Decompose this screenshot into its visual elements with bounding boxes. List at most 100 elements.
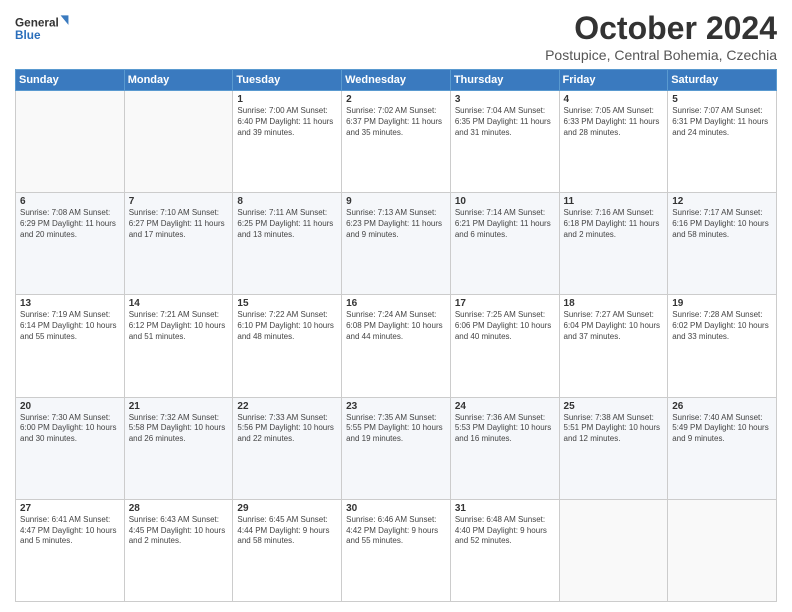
calendar-cell: 16Sunrise: 7:24 AM Sunset: 6:08 PM Dayli… <box>342 295 451 397</box>
calendar-cell: 4Sunrise: 7:05 AM Sunset: 6:33 PM Daylig… <box>559 91 668 193</box>
header: GeneralBlue October 2024 Postupice, Cent… <box>15 10 777 63</box>
day-number: 9 <box>346 196 446 207</box>
calendar-cell: 3Sunrise: 7:04 AM Sunset: 6:35 PM Daylig… <box>450 91 559 193</box>
day-number: 21 <box>129 401 229 412</box>
calendar-cell: 25Sunrise: 7:38 AM Sunset: 5:51 PM Dayli… <box>559 397 668 499</box>
col-header-thursday: Thursday <box>450 70 559 91</box>
calendar-cell: 8Sunrise: 7:11 AM Sunset: 6:25 PM Daylig… <box>233 193 342 295</box>
day-number: 17 <box>455 298 555 309</box>
cell-content: Sunrise: 7:24 AM Sunset: 6:08 PM Dayligh… <box>346 310 446 342</box>
cell-content: Sunrise: 7:02 AM Sunset: 6:37 PM Dayligh… <box>346 106 446 138</box>
day-number: 1 <box>237 94 337 105</box>
calendar-cell: 15Sunrise: 7:22 AM Sunset: 6:10 PM Dayli… <box>233 295 342 397</box>
calendar-cell: 21Sunrise: 7:32 AM Sunset: 5:58 PM Dayli… <box>124 397 233 499</box>
location-title: Postupice, Central Bohemia, Czechia <box>545 47 777 63</box>
calendar-cell: 7Sunrise: 7:10 AM Sunset: 6:27 PM Daylig… <box>124 193 233 295</box>
day-number: 11 <box>564 196 664 207</box>
day-number: 26 <box>672 401 772 412</box>
day-number: 14 <box>129 298 229 309</box>
day-number: 3 <box>455 94 555 105</box>
day-number: 24 <box>455 401 555 412</box>
cell-content: Sunrise: 7:10 AM Sunset: 6:27 PM Dayligh… <box>129 208 229 240</box>
calendar-cell: 31Sunrise: 6:48 AM Sunset: 4:40 PM Dayli… <box>450 499 559 601</box>
cell-content: Sunrise: 7:04 AM Sunset: 6:35 PM Dayligh… <box>455 106 555 138</box>
day-number: 30 <box>346 503 446 514</box>
day-number: 31 <box>455 503 555 514</box>
calendar-cell: 24Sunrise: 7:36 AM Sunset: 5:53 PM Dayli… <box>450 397 559 499</box>
day-number: 12 <box>672 196 772 207</box>
day-number: 27 <box>20 503 120 514</box>
cell-content: Sunrise: 7:22 AM Sunset: 6:10 PM Dayligh… <box>237 310 337 342</box>
calendar-cell: 26Sunrise: 7:40 AM Sunset: 5:49 PM Dayli… <box>668 397 777 499</box>
calendar-cell <box>124 91 233 193</box>
cell-content: Sunrise: 6:48 AM Sunset: 4:40 PM Dayligh… <box>455 515 555 547</box>
logo: GeneralBlue <box>15 10 70 46</box>
logo-icon: GeneralBlue <box>15 10 70 46</box>
calendar-cell: 18Sunrise: 7:27 AM Sunset: 6:04 PM Dayli… <box>559 295 668 397</box>
day-number: 7 <box>129 196 229 207</box>
cell-content: Sunrise: 7:07 AM Sunset: 6:31 PM Dayligh… <box>672 106 772 138</box>
calendar-cell: 28Sunrise: 6:43 AM Sunset: 4:45 PM Dayli… <box>124 499 233 601</box>
cell-content: Sunrise: 7:14 AM Sunset: 6:21 PM Dayligh… <box>455 208 555 240</box>
svg-text:General: General <box>15 16 59 29</box>
calendar-cell: 5Sunrise: 7:07 AM Sunset: 6:31 PM Daylig… <box>668 91 777 193</box>
cell-content: Sunrise: 7:08 AM Sunset: 6:29 PM Dayligh… <box>20 208 120 240</box>
col-header-wednesday: Wednesday <box>342 70 451 91</box>
calendar-week-2: 6Sunrise: 7:08 AM Sunset: 6:29 PM Daylig… <box>16 193 777 295</box>
calendar-cell: 1Sunrise: 7:00 AM Sunset: 6:40 PM Daylig… <box>233 91 342 193</box>
day-number: 13 <box>20 298 120 309</box>
calendar-week-5: 27Sunrise: 6:41 AM Sunset: 4:47 PM Dayli… <box>16 499 777 601</box>
day-number: 8 <box>237 196 337 207</box>
day-number: 22 <box>237 401 337 412</box>
calendar-cell <box>559 499 668 601</box>
calendar-cell: 22Sunrise: 7:33 AM Sunset: 5:56 PM Dayli… <box>233 397 342 499</box>
calendar-cell: 19Sunrise: 7:28 AM Sunset: 6:02 PM Dayli… <box>668 295 777 397</box>
calendar-cell: 14Sunrise: 7:21 AM Sunset: 6:12 PM Dayli… <box>124 295 233 397</box>
cell-content: Sunrise: 7:21 AM Sunset: 6:12 PM Dayligh… <box>129 310 229 342</box>
calendar-cell <box>16 91 125 193</box>
cell-content: Sunrise: 7:27 AM Sunset: 6:04 PM Dayligh… <box>564 310 664 342</box>
day-number: 23 <box>346 401 446 412</box>
day-number: 19 <box>672 298 772 309</box>
day-number: 15 <box>237 298 337 309</box>
cell-content: Sunrise: 7:30 AM Sunset: 6:00 PM Dayligh… <box>20 413 120 445</box>
calendar-header-row: SundayMondayTuesdayWednesdayThursdayFrid… <box>16 70 777 91</box>
cell-content: Sunrise: 7:36 AM Sunset: 5:53 PM Dayligh… <box>455 413 555 445</box>
day-number: 16 <box>346 298 446 309</box>
calendar-cell: 9Sunrise: 7:13 AM Sunset: 6:23 PM Daylig… <box>342 193 451 295</box>
cell-content: Sunrise: 7:11 AM Sunset: 6:25 PM Dayligh… <box>237 208 337 240</box>
col-header-monday: Monday <box>124 70 233 91</box>
calendar-cell: 10Sunrise: 7:14 AM Sunset: 6:21 PM Dayli… <box>450 193 559 295</box>
title-block: October 2024 Postupice, Central Bohemia,… <box>545 10 777 63</box>
calendar-week-1: 1Sunrise: 7:00 AM Sunset: 6:40 PM Daylig… <box>16 91 777 193</box>
day-number: 28 <box>129 503 229 514</box>
col-header-friday: Friday <box>559 70 668 91</box>
cell-content: Sunrise: 7:00 AM Sunset: 6:40 PM Dayligh… <box>237 106 337 138</box>
calendar-cell: 17Sunrise: 7:25 AM Sunset: 6:06 PM Dayli… <box>450 295 559 397</box>
cell-content: Sunrise: 6:43 AM Sunset: 4:45 PM Dayligh… <box>129 515 229 547</box>
cell-content: Sunrise: 6:46 AM Sunset: 4:42 PM Dayligh… <box>346 515 446 547</box>
day-number: 6 <box>20 196 120 207</box>
day-number: 18 <box>564 298 664 309</box>
cell-content: Sunrise: 7:19 AM Sunset: 6:14 PM Dayligh… <box>20 310 120 342</box>
cell-content: Sunrise: 7:05 AM Sunset: 6:33 PM Dayligh… <box>564 106 664 138</box>
calendar-cell: 13Sunrise: 7:19 AM Sunset: 6:14 PM Dayli… <box>16 295 125 397</box>
calendar-cell: 12Sunrise: 7:17 AM Sunset: 6:16 PM Dayli… <box>668 193 777 295</box>
cell-content: Sunrise: 7:28 AM Sunset: 6:02 PM Dayligh… <box>672 310 772 342</box>
calendar-cell: 2Sunrise: 7:02 AM Sunset: 6:37 PM Daylig… <box>342 91 451 193</box>
cell-content: Sunrise: 7:17 AM Sunset: 6:16 PM Dayligh… <box>672 208 772 240</box>
calendar-week-4: 20Sunrise: 7:30 AM Sunset: 6:00 PM Dayli… <box>16 397 777 499</box>
day-number: 5 <box>672 94 772 105</box>
cell-content: Sunrise: 7:40 AM Sunset: 5:49 PM Dayligh… <box>672 413 772 445</box>
calendar-cell: 23Sunrise: 7:35 AM Sunset: 5:55 PM Dayli… <box>342 397 451 499</box>
calendar-week-3: 13Sunrise: 7:19 AM Sunset: 6:14 PM Dayli… <box>16 295 777 397</box>
calendar-cell: 6Sunrise: 7:08 AM Sunset: 6:29 PM Daylig… <box>16 193 125 295</box>
calendar-cell: 30Sunrise: 6:46 AM Sunset: 4:42 PM Dayli… <box>342 499 451 601</box>
cell-content: Sunrise: 7:38 AM Sunset: 5:51 PM Dayligh… <box>564 413 664 445</box>
calendar-cell: 27Sunrise: 6:41 AM Sunset: 4:47 PM Dayli… <box>16 499 125 601</box>
calendar-body: 1Sunrise: 7:00 AM Sunset: 6:40 PM Daylig… <box>16 91 777 602</box>
cell-content: Sunrise: 7:13 AM Sunset: 6:23 PM Dayligh… <box>346 208 446 240</box>
page: GeneralBlue October 2024 Postupice, Cent… <box>0 0 792 612</box>
day-number: 10 <box>455 196 555 207</box>
calendar-cell: 20Sunrise: 7:30 AM Sunset: 6:00 PM Dayli… <box>16 397 125 499</box>
